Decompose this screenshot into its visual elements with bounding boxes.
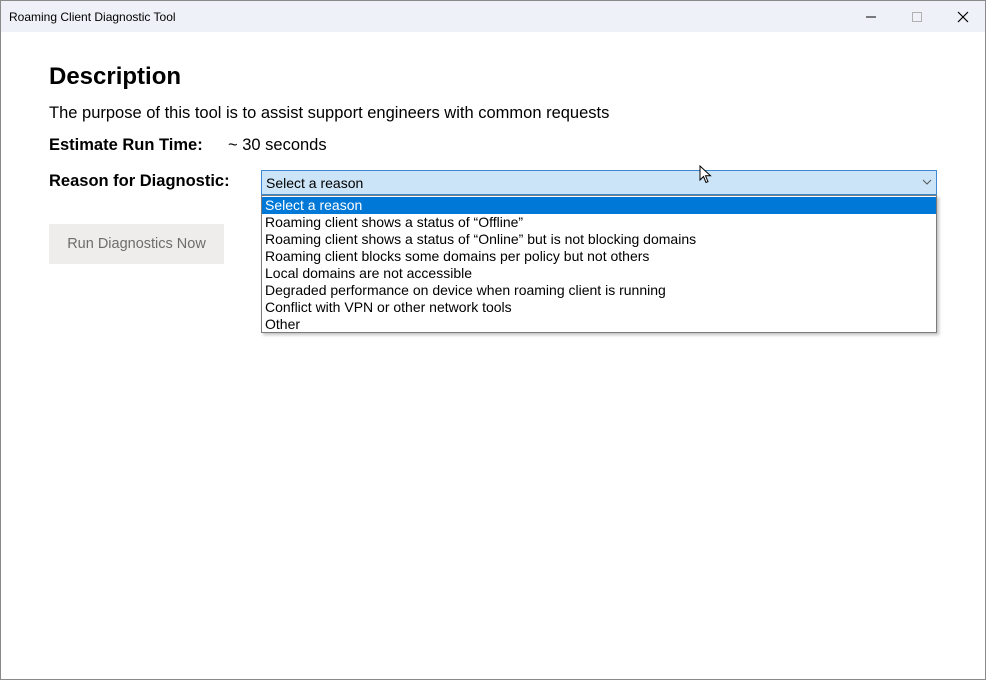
maximize-icon xyxy=(912,12,922,22)
dropdown-option-degraded-performance[interactable]: Degraded performance on device when roam… xyxy=(262,282,936,299)
chevron-down-icon xyxy=(922,179,932,185)
close-icon xyxy=(957,11,969,23)
dropdown-option-offline[interactable]: Roaming client shows a status of “Offlin… xyxy=(262,214,936,231)
maximize-button[interactable] xyxy=(894,1,940,32)
reason-select-value: Select a reason xyxy=(266,175,364,191)
close-button[interactable] xyxy=(940,1,985,32)
title-bar[interactable]: Roaming Client Diagnostic Tool xyxy=(1,1,985,32)
description-text: The purpose of this tool is to assist su… xyxy=(49,104,610,122)
dropdown-option-blocks-some-domains[interactable]: Roaming client blocks some domains per p… xyxy=(262,248,936,265)
runtime-value: ~ 30 seconds xyxy=(228,136,327,154)
mouse-cursor-icon xyxy=(699,165,712,184)
dropdown-option-select-a-reason[interactable]: Select a reason xyxy=(262,197,936,214)
run-diagnostics-button[interactable]: Run Diagnostics Now xyxy=(49,224,224,264)
minimize-button[interactable] xyxy=(848,1,894,32)
runtime-label: Estimate Run Time: xyxy=(49,136,203,154)
reason-select[interactable]: Select a reason xyxy=(261,170,937,195)
dropdown-option-vpn-conflict[interactable]: Conflict with VPN or other network tools xyxy=(262,299,936,316)
reason-dropdown-list: Select a reason Roaming client shows a s… xyxy=(261,195,937,333)
minimize-icon xyxy=(866,16,876,18)
window-title: Roaming Client Diagnostic Tool xyxy=(9,10,176,24)
app-window: Roaming Client Diagnostic Tool Descripti… xyxy=(0,0,986,680)
dropdown-option-online-not-blocking[interactable]: Roaming client shows a status of “Online… xyxy=(262,231,936,248)
reason-label: Reason for Diagnostic: xyxy=(49,172,230,190)
dropdown-option-other[interactable]: Other xyxy=(262,316,936,333)
dropdown-option-local-domains[interactable]: Local domains are not accessible xyxy=(262,265,936,282)
page-title: Description xyxy=(49,63,182,90)
